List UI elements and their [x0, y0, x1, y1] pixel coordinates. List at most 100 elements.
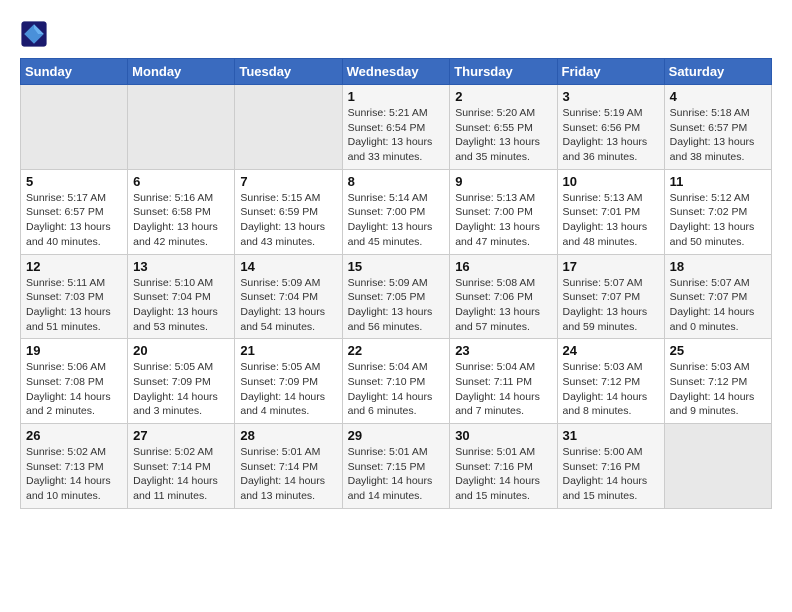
day-detail: Sunrise: 5:01 AM Sunset: 7:16 PM Dayligh…: [455, 445, 551, 504]
day-detail: Sunrise: 5:11 AM Sunset: 7:03 PM Dayligh…: [26, 276, 122, 335]
calendar-cell: 25 Sunrise: 5:03 AM Sunset: 7:12 PM Dayli…: [664, 339, 771, 424]
calendar-cell: [664, 424, 771, 509]
column-header-monday: Monday: [128, 59, 235, 85]
day-detail: Sunrise: 5:00 AM Sunset: 7:16 PM Dayligh…: [563, 445, 659, 504]
calendar-week-row: 26Sunrise: 5:02 AM Sunset: 7:13 PM Dayli…: [21, 424, 772, 509]
logo-icon: [20, 20, 48, 48]
day-detail: Sunrise: 5:05 AM Sunset: 7:09 PM Dayligh…: [240, 360, 336, 419]
calendar-week-row: 12Sunrise: 5:11 AM Sunset: 7:03 PM Dayli…: [21, 254, 772, 339]
calendar-table: SundayMondayTuesdayWednesdayThursdayFrid…: [20, 58, 772, 509]
day-detail: Sunrise: 5:01 AM Sunset: 7:15 PM Dayligh…: [348, 445, 445, 504]
day-number: 11: [670, 174, 766, 189]
day-detail: Sunrise: 5:02 AM Sunset: 7:13 PM Dayligh…: [26, 445, 122, 504]
calendar-cell: 27 Sunrise: 5:02 AM Sunset: 7:14 PM Dayli…: [128, 424, 235, 509]
day-detail: Sunrise: 5:16 AM Sunset: 6:58 PM Dayligh…: [133, 191, 229, 250]
day-number: 22: [348, 343, 445, 358]
calendar-cell: 19 Sunrise: 5:06 AM Sunset: 7:08 PM Dayli…: [21, 339, 128, 424]
day-detail: Sunrise: 5:03 AM Sunset: 7:12 PM Dayligh…: [670, 360, 766, 419]
day-detail: Sunrise: 5:13 AM Sunset: 7:00 PM Dayligh…: [455, 191, 551, 250]
day-number: 19: [26, 343, 122, 358]
calendar-cell: 2Sunrise: 5:20 AM Sunset: 6:55 PM Daylig…: [450, 85, 557, 170]
day-number: 13: [133, 259, 229, 274]
column-header-friday: Friday: [557, 59, 664, 85]
calendar-cell: 23 Sunrise: 5:04 AM Sunset: 7:11 PM Dayli…: [450, 339, 557, 424]
day-detail: Sunrise: 5:15 AM Sunset: 6:59 PM Dayligh…: [240, 191, 336, 250]
calendar-cell: 31 Sunrise: 5:00 AM Sunset: 7:16 PM Dayli…: [557, 424, 664, 509]
calendar-cell: 16 Sunrise: 5:08 AM Sunset: 7:06 PM Dayli…: [450, 254, 557, 339]
day-number: 1: [348, 89, 445, 104]
day-number: 17: [563, 259, 659, 274]
day-number: 23: [455, 343, 551, 358]
calendar-cell: 17 Sunrise: 5:07 AM Sunset: 7:07 PM Dayli…: [557, 254, 664, 339]
day-number: 8: [348, 174, 445, 189]
day-detail: Sunrise: 5:17 AM Sunset: 6:57 PM Dayligh…: [26, 191, 122, 250]
day-number: 5: [26, 174, 122, 189]
calendar-cell: 10 Sunrise: 5:13 AM Sunset: 7:01 PM Dayli…: [557, 169, 664, 254]
day-number: 9: [455, 174, 551, 189]
calendar-cell: 18 Sunrise: 5:07 AM Sunset: 7:07 PM Dayli…: [664, 254, 771, 339]
day-number: 15: [348, 259, 445, 274]
day-number: 10: [563, 174, 659, 189]
day-detail: Sunrise: 5:06 AM Sunset: 7:08 PM Dayligh…: [26, 360, 122, 419]
day-detail: Sunrise: 5:21 AM Sunset: 6:54 PM Dayligh…: [348, 106, 445, 165]
day-detail: Sunrise: 5:07 AM Sunset: 7:07 PM Dayligh…: [563, 276, 659, 335]
day-detail: Sunrise: 5:07 AM Sunset: 7:07 PM Dayligh…: [670, 276, 766, 335]
calendar-cell: 26Sunrise: 5:02 AM Sunset: 7:13 PM Dayli…: [21, 424, 128, 509]
day-number: 25: [670, 343, 766, 358]
column-header-thursday: Thursday: [450, 59, 557, 85]
day-number: 7: [240, 174, 336, 189]
calendar-cell: 5 Sunrise: 5:17 AM Sunset: 6:57 PM Daylig…: [21, 169, 128, 254]
calendar-week-row: 5 Sunrise: 5:17 AM Sunset: 6:57 PM Daylig…: [21, 169, 772, 254]
day-detail: Sunrise: 5:19 AM Sunset: 6:56 PM Dayligh…: [563, 106, 659, 165]
calendar-cell: 11 Sunrise: 5:12 AM Sunset: 7:02 PM Dayli…: [664, 169, 771, 254]
day-detail: Sunrise: 5:02 AM Sunset: 7:14 PM Dayligh…: [133, 445, 229, 504]
calendar-week-row: 19 Sunrise: 5:06 AM Sunset: 7:08 PM Dayli…: [21, 339, 772, 424]
day-detail: Sunrise: 5:13 AM Sunset: 7:01 PM Dayligh…: [563, 191, 659, 250]
day-number: 18: [670, 259, 766, 274]
calendar-cell: 21 Sunrise: 5:05 AM Sunset: 7:09 PM Dayli…: [235, 339, 342, 424]
calendar-cell: 8Sunrise: 5:14 AM Sunset: 7:00 PM Daylig…: [342, 169, 450, 254]
calendar-cell: 9 Sunrise: 5:13 AM Sunset: 7:00 PM Daylig…: [450, 169, 557, 254]
calendar-cell: 7 Sunrise: 5:15 AM Sunset: 6:59 PM Daylig…: [235, 169, 342, 254]
calendar-cell: 30 Sunrise: 5:01 AM Sunset: 7:16 PM Dayli…: [450, 424, 557, 509]
calendar-cell: 4 Sunrise: 5:18 AM Sunset: 6:57 PM Daylig…: [664, 85, 771, 170]
calendar-cell: 15Sunrise: 5:09 AM Sunset: 7:05 PM Dayli…: [342, 254, 450, 339]
day-number: 27: [133, 428, 229, 443]
calendar-header-row: SundayMondayTuesdayWednesdayThursdayFrid…: [21, 59, 772, 85]
day-number: 14: [240, 259, 336, 274]
calendar-cell: 12Sunrise: 5:11 AM Sunset: 7:03 PM Dayli…: [21, 254, 128, 339]
day-number: 30: [455, 428, 551, 443]
day-detail: Sunrise: 5:08 AM Sunset: 7:06 PM Dayligh…: [455, 276, 551, 335]
day-detail: Sunrise: 5:18 AM Sunset: 6:57 PM Dayligh…: [670, 106, 766, 165]
day-number: 21: [240, 343, 336, 358]
day-number: 28: [240, 428, 336, 443]
calendar-cell: 29 Sunrise: 5:01 AM Sunset: 7:15 PM Dayli…: [342, 424, 450, 509]
day-number: 4: [670, 89, 766, 104]
calendar-cell: [235, 85, 342, 170]
day-number: 24: [563, 343, 659, 358]
day-number: 31: [563, 428, 659, 443]
day-detail: Sunrise: 5:05 AM Sunset: 7:09 PM Dayligh…: [133, 360, 229, 419]
day-number: 20: [133, 343, 229, 358]
page-header: [20, 20, 772, 48]
column-header-sunday: Sunday: [21, 59, 128, 85]
calendar-cell: 3 Sunrise: 5:19 AM Sunset: 6:56 PM Daylig…: [557, 85, 664, 170]
calendar-cell: 28 Sunrise: 5:01 AM Sunset: 7:14 PM Dayli…: [235, 424, 342, 509]
day-detail: Sunrise: 5:04 AM Sunset: 7:10 PM Dayligh…: [348, 360, 445, 419]
day-number: 16: [455, 259, 551, 274]
day-number: 29: [348, 428, 445, 443]
calendar-week-row: 1 Sunrise: 5:21 AM Sunset: 6:54 PM Daylig…: [21, 85, 772, 170]
day-number: 6: [133, 174, 229, 189]
column-header-saturday: Saturday: [664, 59, 771, 85]
calendar-cell: 22 Sunrise: 5:04 AM Sunset: 7:10 PM Dayli…: [342, 339, 450, 424]
day-detail: Sunrise: 5:09 AM Sunset: 7:04 PM Dayligh…: [240, 276, 336, 335]
calendar-cell: 6 Sunrise: 5:16 AM Sunset: 6:58 PM Daylig…: [128, 169, 235, 254]
column-header-wednesday: Wednesday: [342, 59, 450, 85]
calendar-cell: 24Sunrise: 5:03 AM Sunset: 7:12 PM Dayli…: [557, 339, 664, 424]
day-number: 3: [563, 89, 659, 104]
day-detail: Sunrise: 5:01 AM Sunset: 7:14 PM Dayligh…: [240, 445, 336, 504]
day-detail: Sunrise: 5:12 AM Sunset: 7:02 PM Dayligh…: [670, 191, 766, 250]
calendar-cell: [128, 85, 235, 170]
calendar-cell: 13Sunrise: 5:10 AM Sunset: 7:04 PM Dayli…: [128, 254, 235, 339]
day-detail: Sunrise: 5:04 AM Sunset: 7:11 PM Dayligh…: [455, 360, 551, 419]
